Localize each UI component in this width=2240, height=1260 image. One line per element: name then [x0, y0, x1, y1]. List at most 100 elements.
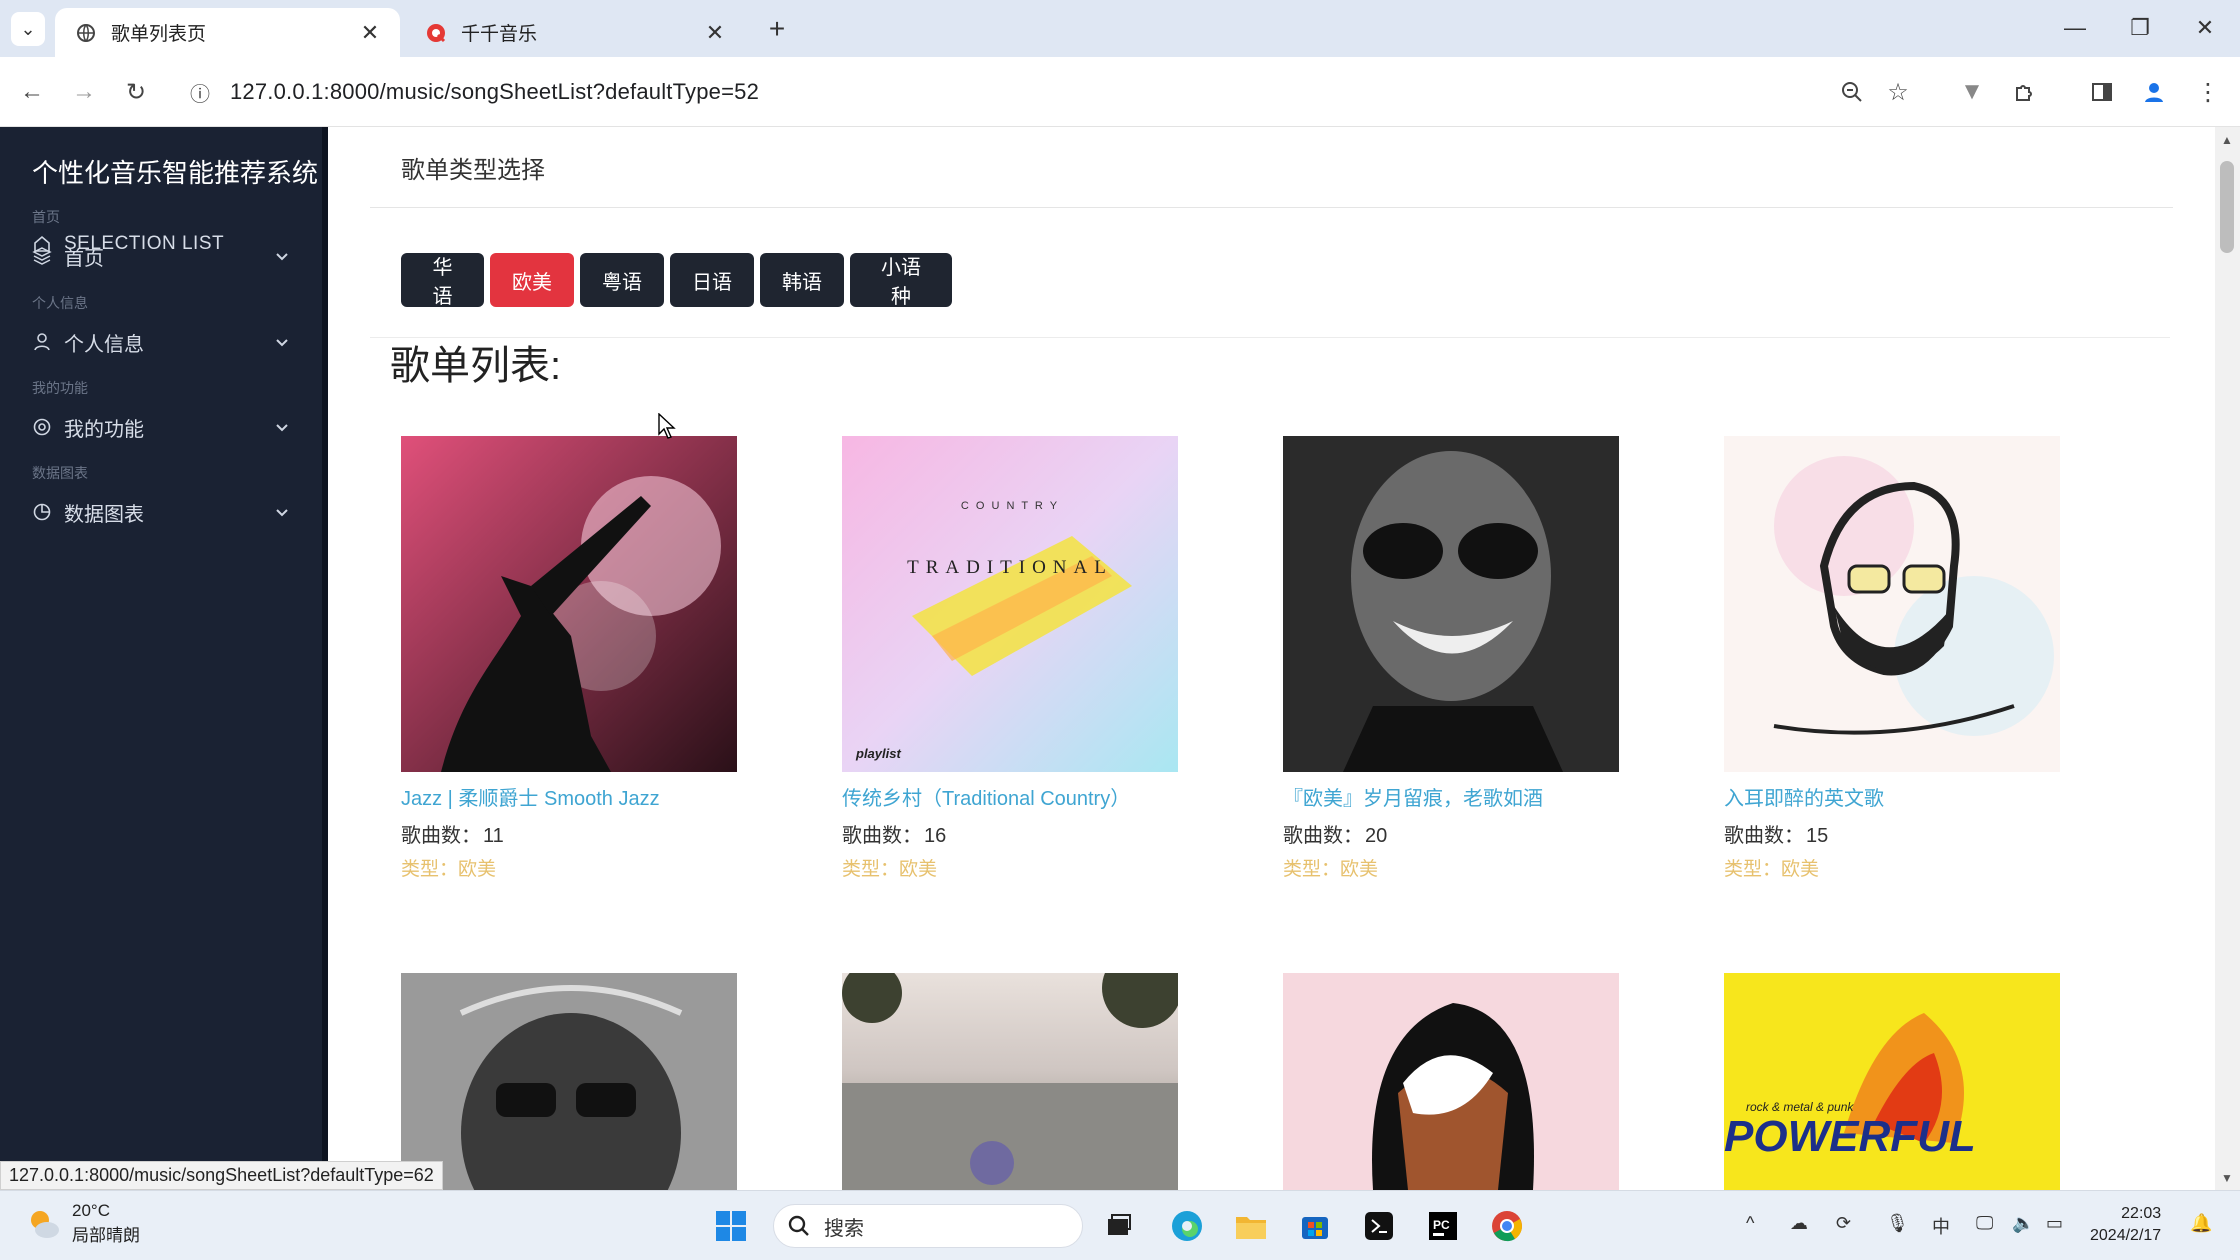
weather-widget[interactable]: 20°C 局部晴朗 — [26, 1201, 140, 1246]
sheet-type-value: 欧美 — [1340, 859, 1379, 880]
side-panel-icon[interactable] — [2084, 74, 2120, 110]
song-count-label: 歌曲数： — [401, 825, 481, 847]
status-bar-url: 127.0.0.1:8000/music/songSheetList?defau… — [0, 1161, 443, 1190]
network-icon[interactable]: 🖵 — [1976, 1213, 1993, 1234]
chrome-icon[interactable] — [1486, 1205, 1528, 1247]
sync-icon[interactable]: ⟳ — [1836, 1213, 1851, 1234]
tab-search-dropdown[interactable]: ⌄ — [11, 12, 45, 46]
type-button-chinese[interactable]: 华语 — [401, 253, 484, 308]
sidebar-item-personal-info[interactable]: 个人信息 — [32, 327, 290, 357]
zoom-icon[interactable] — [1834, 74, 1870, 110]
browser-tab-strip: ⌄ 歌单列表页 ✕ 千千音乐 ✕ + — ❐ ✕ — [0, 0, 2240, 57]
vertical-scrollbar[interactable]: ▲ ▼ — [2215, 127, 2240, 1190]
close-tab-icon[interactable]: ✕ — [703, 20, 727, 46]
site-info-icon[interactable]: ⓘ — [182, 74, 218, 110]
sheet-title[interactable]: 入耳即醉的英文歌 — [1724, 782, 2064, 811]
file-explorer-icon[interactable] — [1230, 1205, 1272, 1247]
song-sheet-card[interactable] — [1283, 973, 1623, 1190]
song-sheet-card[interactable] — [842, 973, 1182, 1190]
volume-icon[interactable]: 🔈 — [2012, 1213, 2034, 1234]
address-bar[interactable]: 127.0.0.1:8000/music/songSheetList?defau… — [230, 79, 759, 105]
sheet-list-title: 歌单列表: — [390, 344, 562, 388]
search-placeholder: 搜索 — [824, 1217, 864, 1240]
scroll-down-arrow-icon[interactable]: ▼ — [2221, 1171, 2233, 1185]
microphone-icon[interactable]: 🎙 — [1886, 1213, 1909, 1234]
extensions-puzzle-icon[interactable] — [2006, 74, 2042, 110]
back-arrow-icon[interactable]: ← — [14, 74, 50, 110]
sidebar-item-data-charts[interactable]: 数据图表 — [32, 497, 290, 527]
bookmark-star-icon[interactable]: ☆ — [1880, 74, 1916, 110]
system-clock[interactable]: 22:03 2024/2/17 — [2090, 1203, 2161, 1247]
song-count-value: 15 — [1806, 825, 1829, 847]
cover-image[interactable] — [401, 436, 737, 772]
battery-icon[interactable]: ▭ — [2046, 1213, 2063, 1234]
chevron-down-icon — [276, 424, 288, 432]
type-button-japanese[interactable]: 日语 — [670, 253, 754, 307]
microsoft-store-icon[interactable] — [1294, 1205, 1336, 1247]
extension-v-icon[interactable]: ▼ — [1954, 74, 1990, 110]
song-sheet-card[interactable]: 『欧美』岁月留痕，老歌如酒 歌曲数： 20 类型：欧美 — [1283, 436, 1623, 881]
cover-image[interactable]: rock & metal & punk POWERFUL — [1724, 973, 2060, 1190]
windows-start-icon[interactable] — [710, 1205, 752, 1247]
song-count: 歌曲数： 15 — [1724, 819, 2064, 848]
reload-icon[interactable]: ↻ — [118, 74, 154, 110]
song-count: 歌曲数： 16 — [842, 819, 1182, 848]
taskbar-search-box[interactable]: 搜索 — [773, 1204, 1083, 1248]
cover-image[interactable] — [1283, 973, 1619, 1190]
sheet-type-label: 类型： — [1283, 859, 1341, 880]
sidebar-item-label: 首页 — [64, 247, 104, 270]
cover-image[interactable] — [401, 973, 737, 1190]
song-sheet-card[interactable]: rock & metal & punk POWERFUL — [1724, 973, 2064, 1190]
sheet-title[interactable]: 『欧美』岁月留痕，老歌如酒 — [1283, 782, 1623, 811]
sheet-type-label: 类型： — [401, 859, 459, 880]
sidebar-item-my-functions[interactable]: 我的功能 — [32, 412, 290, 442]
tray-expand-icon[interactable]: ^ — [1746, 1213, 1754, 1234]
type-button-korean[interactable]: 韩语 — [760, 253, 844, 307]
type-button-western[interactable]: 欧美 — [490, 253, 574, 307]
minimize-button[interactable]: — — [2045, 8, 2105, 48]
ime-indicator[interactable]: 中 — [1932, 1213, 1950, 1239]
sheet-title[interactable]: Jazz | 柔顺爵士 Smooth Jazz — [401, 782, 741, 811]
new-tab-button[interactable]: + — [760, 12, 794, 46]
pycharm-icon[interactable]: PC — [1422, 1205, 1464, 1247]
task-view-icon[interactable] — [1098, 1205, 1140, 1247]
type-button-minor-languages[interactable]: 小语种 — [850, 253, 952, 308]
sheet-type-value: 欧美 — [1781, 859, 1820, 880]
restore-button[interactable]: ❐ — [2110, 8, 2170, 48]
scroll-up-arrow-icon[interactable]: ▲ — [2221, 133, 2233, 147]
sidebar-section-header: 个人信息 — [32, 295, 88, 311]
cover-image[interactable] — [1724, 436, 2060, 772]
taskbar: 20°C 局部晴朗 搜索 PC ^ ☁ ⟳ 🎙 中 🖵 🔈 ▭ 22:03 20… — [0, 1190, 2240, 1260]
chevron-down-icon — [276, 509, 288, 517]
song-sheet-card[interactable]: 入耳即醉的英文歌 歌曲数： 15 类型：欧美 — [1724, 436, 2064, 881]
close-tab-icon[interactable]: ✕ — [358, 20, 382, 46]
song-sheet-card[interactable]: C O U N T R Y TRADITIONAL playlist 传统乡村（… — [842, 436, 1182, 881]
clock-date: 2024/2/17 — [2090, 1227, 2162, 1244]
sheet-type: 类型：欧美 — [842, 854, 1182, 881]
terminal-app-icon[interactable] — [1358, 1205, 1400, 1247]
tab-song-sheet-list[interactable]: 歌单列表页 ✕ — [55, 8, 400, 57]
sidebar-item-label: 个人信息 — [64, 333, 144, 356]
cover-image[interactable] — [1283, 436, 1619, 772]
sidebar-item-home[interactable]: 首页 — [32, 241, 290, 271]
notification-bell-icon[interactable]: 🔔 — [2190, 1213, 2212, 1234]
profile-avatar-icon[interactable] — [2136, 74, 2172, 110]
song-count: 歌曲数： 20 — [1283, 819, 1623, 848]
tab-title: 千千音乐 — [461, 24, 538, 45]
cover-playlist-text: playlist — [855, 746, 901, 761]
sheet-title[interactable]: 传统乡村（Traditional Country） — [842, 782, 1182, 811]
tab-qianqian-music[interactable]: 千千音乐 ✕ — [405, 8, 745, 57]
type-button-cantonese[interactable]: 粤语 — [580, 253, 664, 307]
song-sheet-card[interactable]: Jazz | 柔顺爵士 Smooth Jazz 歌曲数： 11 类型：欧美 — [401, 436, 741, 881]
close-window-button[interactable]: ✕ — [2175, 8, 2235, 48]
cover-image[interactable]: C O U N T R Y TRADITIONAL playlist — [842, 436, 1178, 772]
cover-powerful-text: POWERFUL — [1724, 1112, 1976, 1161]
search-icon — [788, 1215, 809, 1236]
browser-menu-icon[interactable]: ⋮ — [2190, 74, 2226, 110]
edge-browser-icon[interactable] — [1166, 1205, 1208, 1247]
forward-arrow-icon[interactable]: → — [66, 74, 102, 110]
onedrive-icon[interactable]: ☁ — [1790, 1213, 1808, 1234]
song-sheet-card[interactable] — [401, 973, 741, 1190]
scrollbar-thumb[interactable] — [2220, 161, 2234, 253]
cover-image[interactable] — [842, 973, 1178, 1190]
